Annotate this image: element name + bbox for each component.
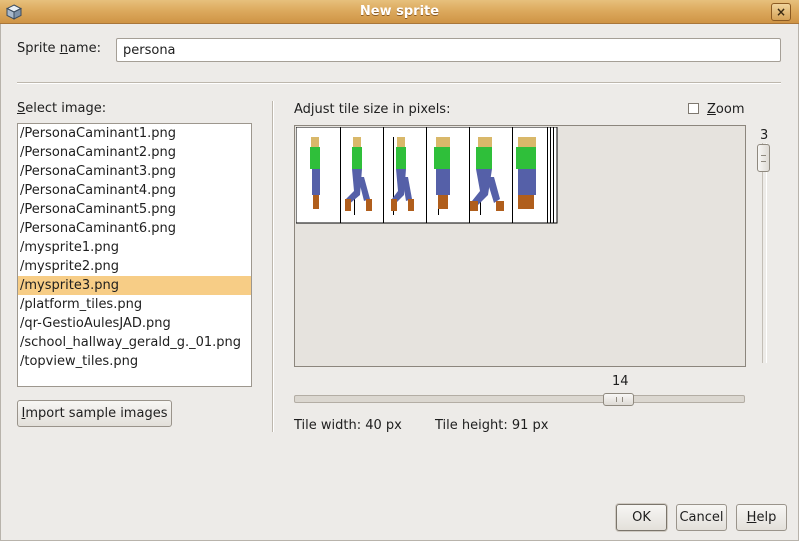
zoom-label[interactable]: Zoom	[707, 102, 744, 117]
sprite-name-input[interactable]	[116, 38, 781, 62]
adjust-tile-size-label: Adjust tile size in pixels:	[294, 102, 451, 117]
window-title: New sprite	[359, 4, 440, 19]
help-mnemonic: H	[746, 510, 757, 525]
walk-frame	[516, 137, 536, 209]
image-list-item[interactable]: /PersonaCaminant2.png	[18, 143, 251, 162]
image-list-item[interactable]: /platform_tiles.png	[18, 295, 251, 314]
horizontal-separator	[17, 82, 781, 84]
sprite-name-label-part: Sprite	[17, 41, 60, 56]
image-list-item[interactable]: /PersonaCaminant6.png	[18, 219, 251, 238]
image-list-item[interactable]: /mysprite1.png	[18, 238, 251, 257]
select-image-label: Select image:	[17, 101, 106, 116]
title-bar: New sprite ×	[0, 0, 799, 24]
zoom-label-rest: oom	[715, 102, 745, 117]
image-list-item[interactable]: /PersonaCaminant1.png	[18, 124, 251, 143]
image-list[interactable]: /PersonaCaminant1.png/PersonaCaminant2.p…	[17, 123, 252, 387]
horizontal-slider-track[interactable]	[294, 395, 745, 403]
sprite-name-label-rest: ame:	[67, 41, 101, 56]
horizontal-slider-value: 14	[612, 374, 629, 389]
zoom-mnemonic: Z	[707, 102, 716, 117]
vertical-slider-track[interactable]	[762, 143, 767, 363]
sprite-sheet-image	[296, 127, 558, 224]
vertical-slider-value: 3	[760, 128, 769, 143]
close-button[interactable]: ×	[771, 3, 791, 21]
sprite-name-label-mnemonic: n	[59, 41, 68, 56]
image-list-item[interactable]: /PersonaCaminant3.png	[18, 162, 251, 181]
image-list-item[interactable]: /mysprite2.png	[18, 257, 251, 276]
import-label: mport sample images	[25, 406, 168, 421]
image-list-item[interactable]: /qr-GestioAulesJAD.png	[18, 314, 251, 333]
image-list-item[interactable]: /school_hallway_gerald_g._01.png	[18, 333, 251, 352]
image-list-items: /PersonaCaminant1.png/PersonaCaminant2.p…	[18, 124, 251, 371]
sprite-name-label: Sprite name:	[17, 41, 101, 56]
ok-button[interactable]: OK	[616, 504, 667, 531]
zoom-checkbox[interactable]	[688, 103, 699, 114]
vertical-separator	[272, 101, 274, 432]
image-list-item[interactable]: /PersonaCaminant5.png	[18, 200, 251, 219]
grip-icon	[761, 155, 766, 162]
select-image-label-rest: elect image:	[25, 101, 107, 116]
image-list-item[interactable]: /topview_tiles.png	[18, 352, 251, 371]
image-list-item[interactable]: /mysprite3.png	[18, 276, 251, 295]
tile-height-label: Tile height: 91 px	[435, 418, 549, 433]
cancel-button[interactable]: Cancel	[676, 504, 727, 531]
sprite-preview	[294, 125, 746, 367]
import-sample-images-button[interactable]: Import sample images	[17, 400, 172, 427]
vertical-slider-thumb[interactable]	[757, 144, 770, 172]
horizontal-slider-thumb[interactable]	[603, 393, 634, 406]
tile-width-label: Tile width: 40 px	[294, 418, 402, 433]
image-list-item[interactable]: /PersonaCaminant4.png	[18, 181, 251, 200]
help-button[interactable]: Help	[736, 504, 787, 531]
help-label: elp	[756, 510, 777, 525]
grip-icon	[616, 397, 623, 402]
